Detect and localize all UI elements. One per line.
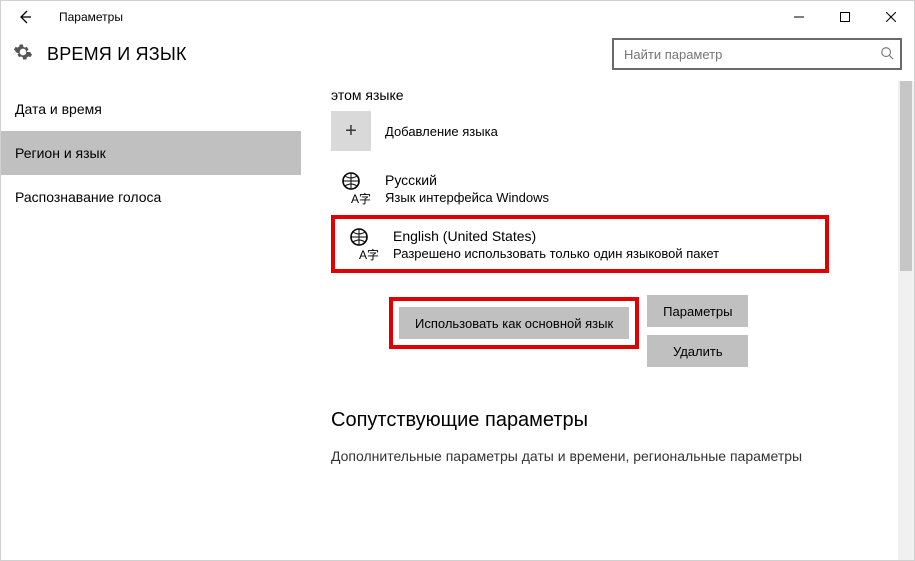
content-area: этом языке + Добавление языка A字 Русский… [301,81,914,560]
related-settings-heading: Сопутствующие параметры [331,409,890,432]
window-title: Параметры [41,10,123,24]
search-box[interactable] [612,38,902,70]
language-icon: A字 [337,171,371,205]
title-bar: Параметры [1,1,914,33]
minimize-button[interactable] [776,1,822,33]
truncated-text: этом языке [331,87,890,103]
sidebar-item-label: Дата и время [15,101,102,117]
language-subtitle: Язык интерфейса Windows [385,190,549,205]
gear-icon [13,42,33,67]
language-item-english[interactable]: A字 English (United States) Разрешено исп… [339,223,815,265]
related-settings-link[interactable]: Дополнительные параметры даты и времени,… [331,446,890,467]
close-button[interactable] [868,1,914,33]
set-default-button[interactable]: Использовать как основной язык [399,307,629,339]
language-item-russian[interactable]: A字 Русский Язык интерфейса Windows [331,167,890,209]
language-icon: A字 [345,227,379,261]
sidebar: Дата и время Регион и язык Распознавание… [1,81,301,560]
arrow-left-icon [17,9,33,25]
svg-text:A字: A字 [351,191,371,205]
back-button[interactable] [9,1,41,33]
sidebar-item-label: Регион и язык [15,145,106,161]
maximize-button[interactable] [822,1,868,33]
sidebar-item-region-language[interactable]: Регион и язык [1,131,301,175]
vertical-scrollbar[interactable] [898,81,914,560]
close-icon [886,12,896,22]
minimize-icon [794,12,804,22]
maximize-icon [840,12,850,22]
highlight-language-box: A字 English (United States) Разрешено исп… [331,215,829,273]
plus-icon: + [331,111,371,151]
language-subtitle: Разрешено использовать только один языко… [393,246,719,261]
add-language-button[interactable]: + Добавление языка [331,111,890,151]
page-header: ВРЕМЯ И ЯЗЫК [1,33,914,81]
add-language-label: Добавление языка [385,124,498,139]
sidebar-item-date-time[interactable]: Дата и время [1,87,301,131]
language-name: English (United States) [393,228,719,244]
options-button[interactable]: Параметры [647,295,748,327]
search-input[interactable] [624,47,880,62]
language-name: Русский [385,172,549,188]
remove-button[interactable]: Удалить [647,335,748,367]
sidebar-item-speech[interactable]: Распознавание голоса [1,175,301,219]
search-icon [880,46,894,63]
highlight-button-box: Использовать как основной язык [389,297,639,349]
scrollbar-thumb[interactable] [900,81,912,271]
page-title: ВРЕМЯ И ЯЗЫК [47,44,187,65]
svg-text:A字: A字 [359,247,379,261]
sidebar-item-label: Распознавание голоса [15,189,161,205]
